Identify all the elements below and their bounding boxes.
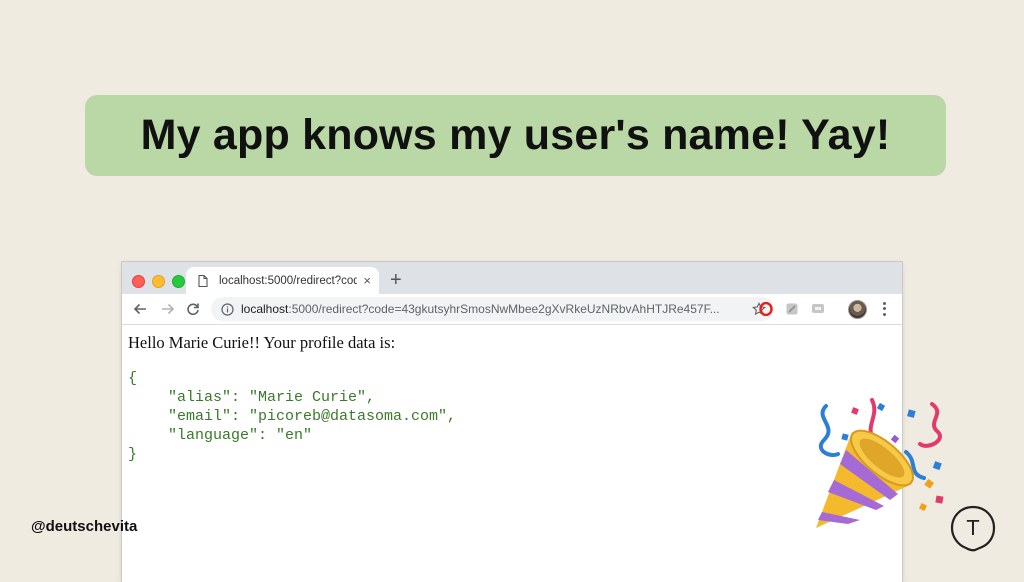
forward-button[interactable] [159,300,177,318]
browser-tab[interactable]: localhost:5000/redirect?code= × [186,267,379,294]
greeting-text: Hello Marie Curie!! Your profile data is… [128,333,396,352]
back-arrow-icon [133,303,146,315]
logo-letter: T [966,516,980,540]
logo: T [950,505,996,552]
new-tab-button[interactable]: + [390,269,402,292]
extension-icon [812,304,824,313]
json-line: "language": "en" [168,427,313,444]
forward-arrow-icon [162,303,175,315]
info-icon[interactable] [221,302,234,316]
json-line: "alias": "Marie Curie", [168,389,376,406]
avatar[interactable] [848,300,867,319]
extension-icon [786,303,798,315]
browser-toolbar: localhost:5000/redirect?code=43gkutsyhrS… [122,294,902,325]
minimize-window-button[interactable] [152,275,165,288]
address-bar[interactable]: localhost:5000/redirect?code=43gkutsyhrS… [211,297,774,321]
page-icon [198,274,208,287]
extension-button[interactable] [810,301,826,317]
maximize-window-button[interactable] [172,275,185,288]
json-line: "email": "picoreb@datasoma.com", [168,408,457,425]
url-path: :5000/redirect?code=43gkutsyhrSmosNwMbee… [288,302,720,316]
tab-bar: localhost:5000/redirect?code= × + [122,262,902,294]
kebab-menu-icon[interactable] [879,301,889,317]
opera-extension-button[interactable] [758,301,774,317]
json-close-brace: } [128,446,138,463]
headline-banner: My app knows my user's name! Yay! [85,95,946,176]
close-window-button[interactable] [132,275,145,288]
back-button[interactable] [131,300,149,318]
tab-close-icon[interactable]: × [363,273,371,288]
reload-icon [187,303,199,316]
party-popper-icon [816,398,944,528]
browser-window: localhost:5000/redirect?code= × + localh… [122,262,902,582]
headline: My app knows my user's name! Yay! [140,111,891,159]
opera-icon [759,302,773,316]
author-handle: @deutschevita [31,518,138,535]
extension-button[interactable] [784,301,800,317]
url-host: localhost [241,302,289,316]
address-url: localhost:5000/redirect?code=43gkutsyhrS… [241,302,746,316]
tab-title: localhost:5000/redirect?code= [219,274,358,287]
window-controls [132,275,185,288]
reload-button[interactable] [184,300,202,318]
json-open-brace: { [128,370,138,387]
json-output: { "alias": "Marie Curie", "email": "pico… [128,369,896,464]
page-content: Hello Marie Curie!! Your profile data is… [122,325,902,472]
